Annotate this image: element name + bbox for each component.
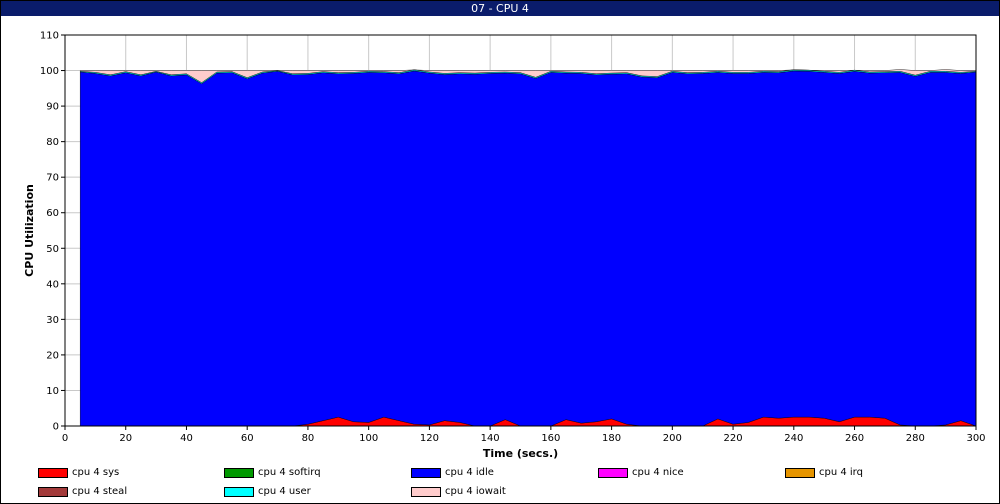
x-tick-label: 80 [302,433,315,444]
x-tick-label: 200 [663,433,682,444]
legend-label: cpu 4 softirq [258,467,321,478]
x-tick-label: 20 [119,433,132,444]
y-axis-label: CPU Utilization [23,184,36,277]
y-tick-label: 80 [46,137,59,148]
legend-swatch [411,468,441,478]
stacked-areas [79,69,977,427]
y-tick-label: 30 [46,315,59,326]
y-tick-label: 0 [53,422,59,433]
cpu-utilization-chart: 0 20 40 60 80 100 120 140 160 180 200 220 240 260 280 3… [23,31,986,461]
legend-item: cpu 4 sys [38,467,218,479]
x-tick-label: 40 [180,433,193,444]
x-tick-label: 100 [359,433,378,444]
legend-swatch [38,468,68,478]
y-tick-label: 40 [46,279,59,290]
y-tick-label: 110 [40,31,59,42]
x-tick-label: 300 [966,433,985,444]
legend-label: cpu 4 idle [445,467,494,478]
x-tick-label: 140 [481,433,500,444]
legend-label: cpu 4 sys [72,467,120,478]
legend-label: cpu 4 iowait [445,486,506,497]
legend-swatch [38,487,68,497]
x-tick-label: 160 [541,433,560,444]
legend-label: cpu 4 irq [819,467,863,478]
x-tick-label: 120 [420,433,439,444]
legend-swatch [411,487,441,497]
area-cpu-4-idle [79,70,977,427]
legend-item: cpu 4 softirq [224,467,404,479]
x-tick-label: 260 [845,433,864,444]
x-tick-label: 220 [724,433,743,444]
x-tick-label: 60 [241,433,254,444]
x-tick-label: 240 [784,433,803,444]
legend-item: cpu 4 user [224,486,404,498]
x-tick-label: 0 [62,433,68,444]
legend-item: cpu 4 iowait [411,486,591,498]
y-tick-label: 100 [40,66,59,77]
y-tick-label: 60 [46,208,59,219]
legend-item: cpu 4 steal [38,486,218,498]
y-tick-label: 10 [46,386,59,397]
y-tick-label: 20 [46,350,59,361]
legend-label: cpu 4 user [258,486,311,497]
legend-label: cpu 4 nice [632,467,684,478]
y-tick-label: 50 [46,244,59,255]
legend-swatch [224,468,254,478]
x-tick-label: 280 [906,433,925,444]
y-tick-label: 90 [46,102,59,113]
legend-item: cpu 4 irq [785,467,965,479]
legend-item: cpu 4 idle [411,467,591,479]
y-tick-label: 70 [46,173,59,184]
legend-label: cpu 4 steal [72,486,128,497]
legend-swatch [224,487,254,497]
legend-item: cpu 4 nice [598,467,778,479]
legend-swatch [785,468,815,478]
legend-swatch [598,468,628,478]
x-tick-label: 180 [602,433,621,444]
x-axis-label: Time (secs.) [483,447,558,460]
